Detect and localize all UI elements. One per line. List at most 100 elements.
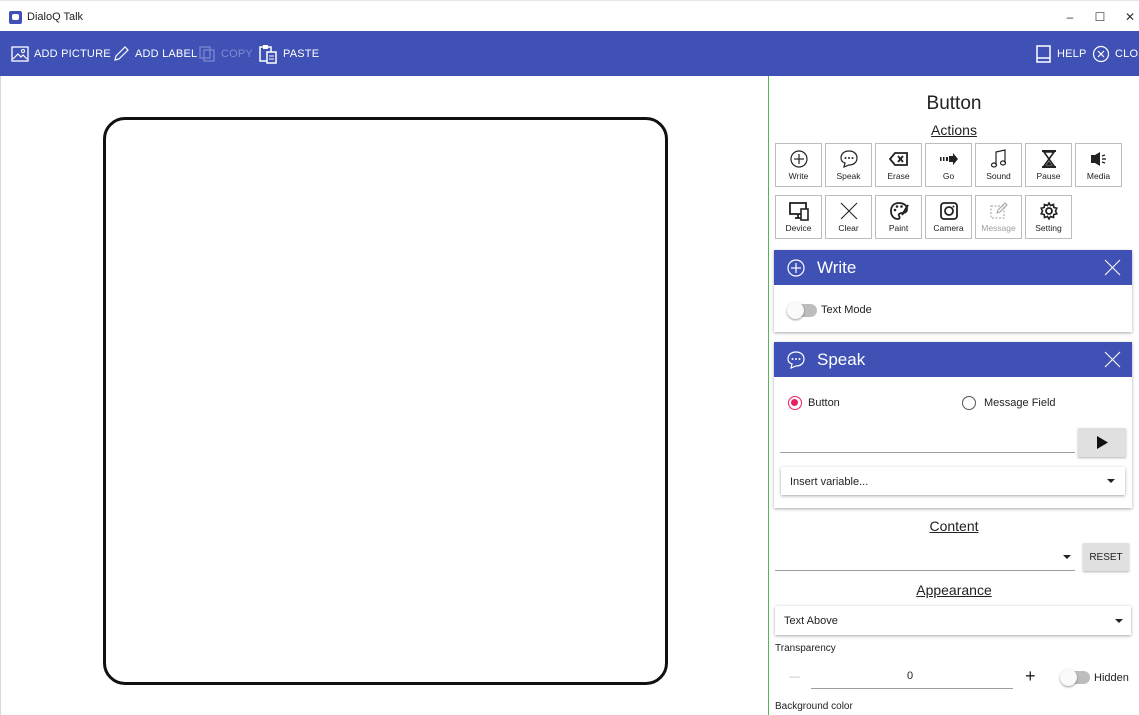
music-note-icon	[990, 149, 1006, 168]
background-color-label: Background color	[775, 701, 853, 712]
add-picture-button[interactable]: ADD PICTURE	[11, 31, 111, 76]
device-icon	[788, 202, 809, 221]
action-label: Media	[1086, 171, 1111, 181]
play-icon	[1097, 436, 1108, 449]
action-label: Paint	[888, 223, 909, 233]
action-setting[interactable]: Setting	[1025, 195, 1072, 239]
speak-card-header: Speak	[774, 342, 1132, 377]
x-icon	[840, 202, 857, 220]
speak-text-input[interactable]	[780, 452, 1075, 453]
write-card-header: Write	[774, 250, 1132, 285]
action-write[interactable]: Write	[775, 143, 822, 187]
speech-bubble-icon	[787, 351, 805, 369]
action-clear[interactable]: Clear	[825, 195, 872, 239]
hidden-label: Hidden	[1094, 672, 1129, 684]
action-label: Sound	[986, 171, 1011, 181]
canvas-edge	[0, 76, 1, 715]
action-label: Go	[942, 171, 955, 181]
add-picture-label: ADD PICTURE	[34, 47, 111, 60]
action-device[interactable]: Device	[775, 195, 822, 239]
action-label: Message	[981, 223, 1016, 233]
action-label: Pause	[1036, 171, 1061, 181]
insert-variable-text: Insert variable...	[790, 476, 869, 488]
chevron-down-icon	[1107, 479, 1115, 483]
play-button[interactable]	[1078, 428, 1126, 457]
action-media[interactable]: Media	[1075, 143, 1122, 187]
button-preview[interactable]	[103, 117, 668, 685]
maximize-button[interactable]: ☐	[1085, 8, 1115, 26]
actions-heading: Actions	[931, 122, 977, 138]
add-label-label: ADD LABEL	[135, 47, 198, 60]
circle-plus-icon	[789, 150, 808, 168]
radio-message-field-label: Message Field	[984, 397, 1056, 409]
add-label-button[interactable]: ADD LABEL	[112, 31, 197, 76]
remove-speak-button[interactable]	[1103, 350, 1122, 374]
close-icon	[1104, 351, 1121, 368]
minimize-button[interactable]: –	[1055, 8, 1085, 26]
appearance-heading: Appearance	[916, 582, 992, 598]
action-go[interactable]: Go	[925, 143, 972, 187]
appearance-select-text: Text Above	[784, 615, 838, 627]
radio-button-label: Button	[808, 397, 840, 409]
action-speak[interactable]: Speak	[825, 143, 872, 187]
transparency-plus-button[interactable]: +	[1025, 666, 1036, 687]
transparency-input[interactable]	[811, 688, 1013, 689]
text-mode-label: Text Mode	[821, 304, 872, 316]
action-sound[interactable]: Sound	[975, 143, 1022, 187]
write-card: Write Text Mode	[774, 250, 1132, 332]
message-edit-icon	[990, 202, 1008, 219]
radio-message-field[interactable]	[962, 396, 976, 410]
close-icon	[1104, 259, 1121, 276]
write-card-title: Write	[817, 258, 857, 277]
action-label: Erase	[887, 171, 910, 181]
chevron-down-icon	[1115, 619, 1123, 623]
properties-panel: Button Actions Write Speak Erase Go Soun…	[769, 76, 1139, 715]
action-paint[interactable]: Paint	[875, 195, 922, 239]
copy-icon	[199, 45, 215, 62]
backspace-icon	[888, 152, 908, 166]
action-label: Clear	[838, 223, 859, 233]
circle-plus-icon	[787, 259, 805, 277]
transparency-minus-button[interactable]: —	[789, 671, 800, 683]
action-label: Write	[788, 171, 809, 181]
paste-label: PASTE	[283, 47, 320, 60]
copy-label: COPY	[221, 47, 253, 60]
help-button[interactable]: HELP	[1035, 31, 1087, 76]
camera-icon	[939, 202, 958, 220]
help-label: HELP	[1057, 47, 1087, 60]
insert-variable-select[interactable]: Insert variable...	[781, 467, 1125, 495]
action-label: Setting	[1035, 223, 1062, 233]
reset-button[interactable]: RESET	[1083, 543, 1129, 571]
text-mode-toggle[interactable]	[787, 302, 817, 319]
action-message[interactable]: Message	[975, 195, 1022, 239]
action-camera[interactable]: Camera	[925, 195, 972, 239]
action-erase[interactable]: Erase	[875, 143, 922, 187]
content-select[interactable]	[775, 570, 1075, 571]
hidden-toggle[interactable]	[1060, 669, 1090, 686]
paste-button[interactable]: PASTE	[258, 31, 319, 76]
book-icon	[1036, 44, 1051, 63]
picture-icon	[11, 45, 29, 62]
content-heading: Content	[929, 518, 979, 534]
palette-icon	[889, 202, 909, 220]
remove-write-button[interactable]	[1103, 258, 1122, 282]
appearance-select[interactable]: Text Above	[775, 606, 1131, 635]
radio-button-source[interactable]	[788, 396, 802, 410]
close-window-button[interactable]: ✕	[1115, 8, 1139, 26]
toolbar: ADD PICTURE ADD LABEL COPY PASTE HELP CL…	[0, 31, 1139, 76]
transparency-label: Transparency	[775, 643, 836, 654]
window-title: DialoQ Talk	[27, 11, 84, 23]
arrow-right-icon	[939, 153, 958, 165]
close-editor-button[interactable]: CLOS	[1092, 31, 1139, 76]
title-bar: DialoQ Talk – ☐ ✕	[0, 0, 1139, 31]
app-logo-icon	[9, 11, 22, 24]
close-circle-icon	[1092, 45, 1110, 62]
action-label: Device	[785, 223, 812, 233]
speaker-icon	[1090, 152, 1106, 166]
hourglass-icon	[1041, 150, 1056, 168]
copy-button[interactable]: COPY	[198, 31, 253, 76]
speak-card: Speak Button Message Field Insert variab…	[774, 342, 1132, 508]
close-editor-label: CLOS	[1115, 47, 1139, 60]
action-label: Camera	[933, 223, 964, 233]
action-pause[interactable]: Pause	[1025, 143, 1072, 187]
